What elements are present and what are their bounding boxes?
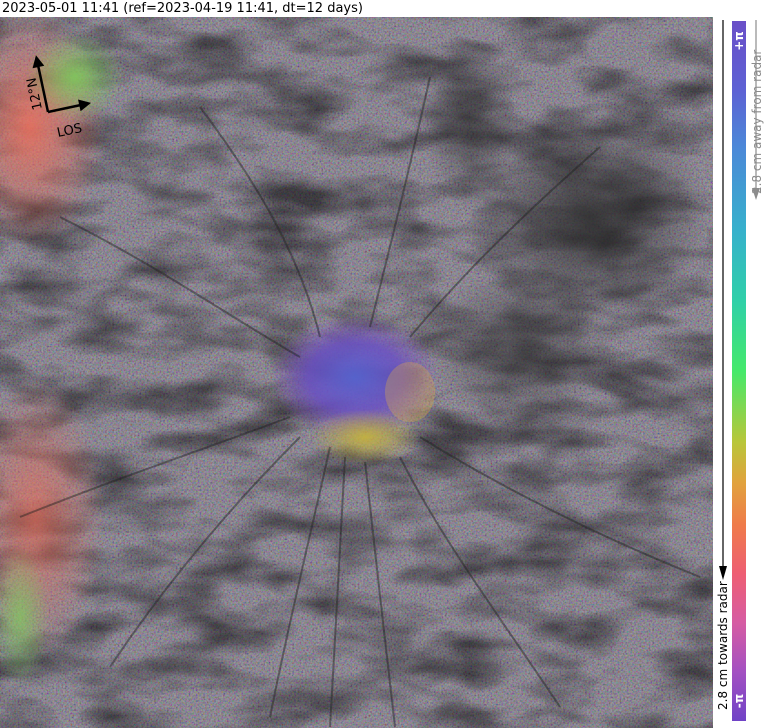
colorbar-bottom-label: -π (732, 693, 746, 709)
towards-radar-arrow-icon (719, 20, 727, 580)
interferogram-canvas: 12°N LOS (0, 17, 713, 728)
phase-colorbar (732, 21, 746, 721)
colorbar-top-end: +π (732, 21, 746, 61)
colorbar-top-label: +π (732, 31, 746, 51)
timestamp-title: 2023-05-01 11:41 (ref=2023-04-19 11:41, … (2, 1, 363, 16)
towards-radar-label: 2.8 cm towards radar (716, 581, 730, 710)
interferogram-image: 12°N LOS (0, 17, 713, 728)
colorbar-bottom-end: -π (732, 681, 746, 721)
away-from-radar-label: 2.8 cm away from radar (750, 49, 764, 194)
